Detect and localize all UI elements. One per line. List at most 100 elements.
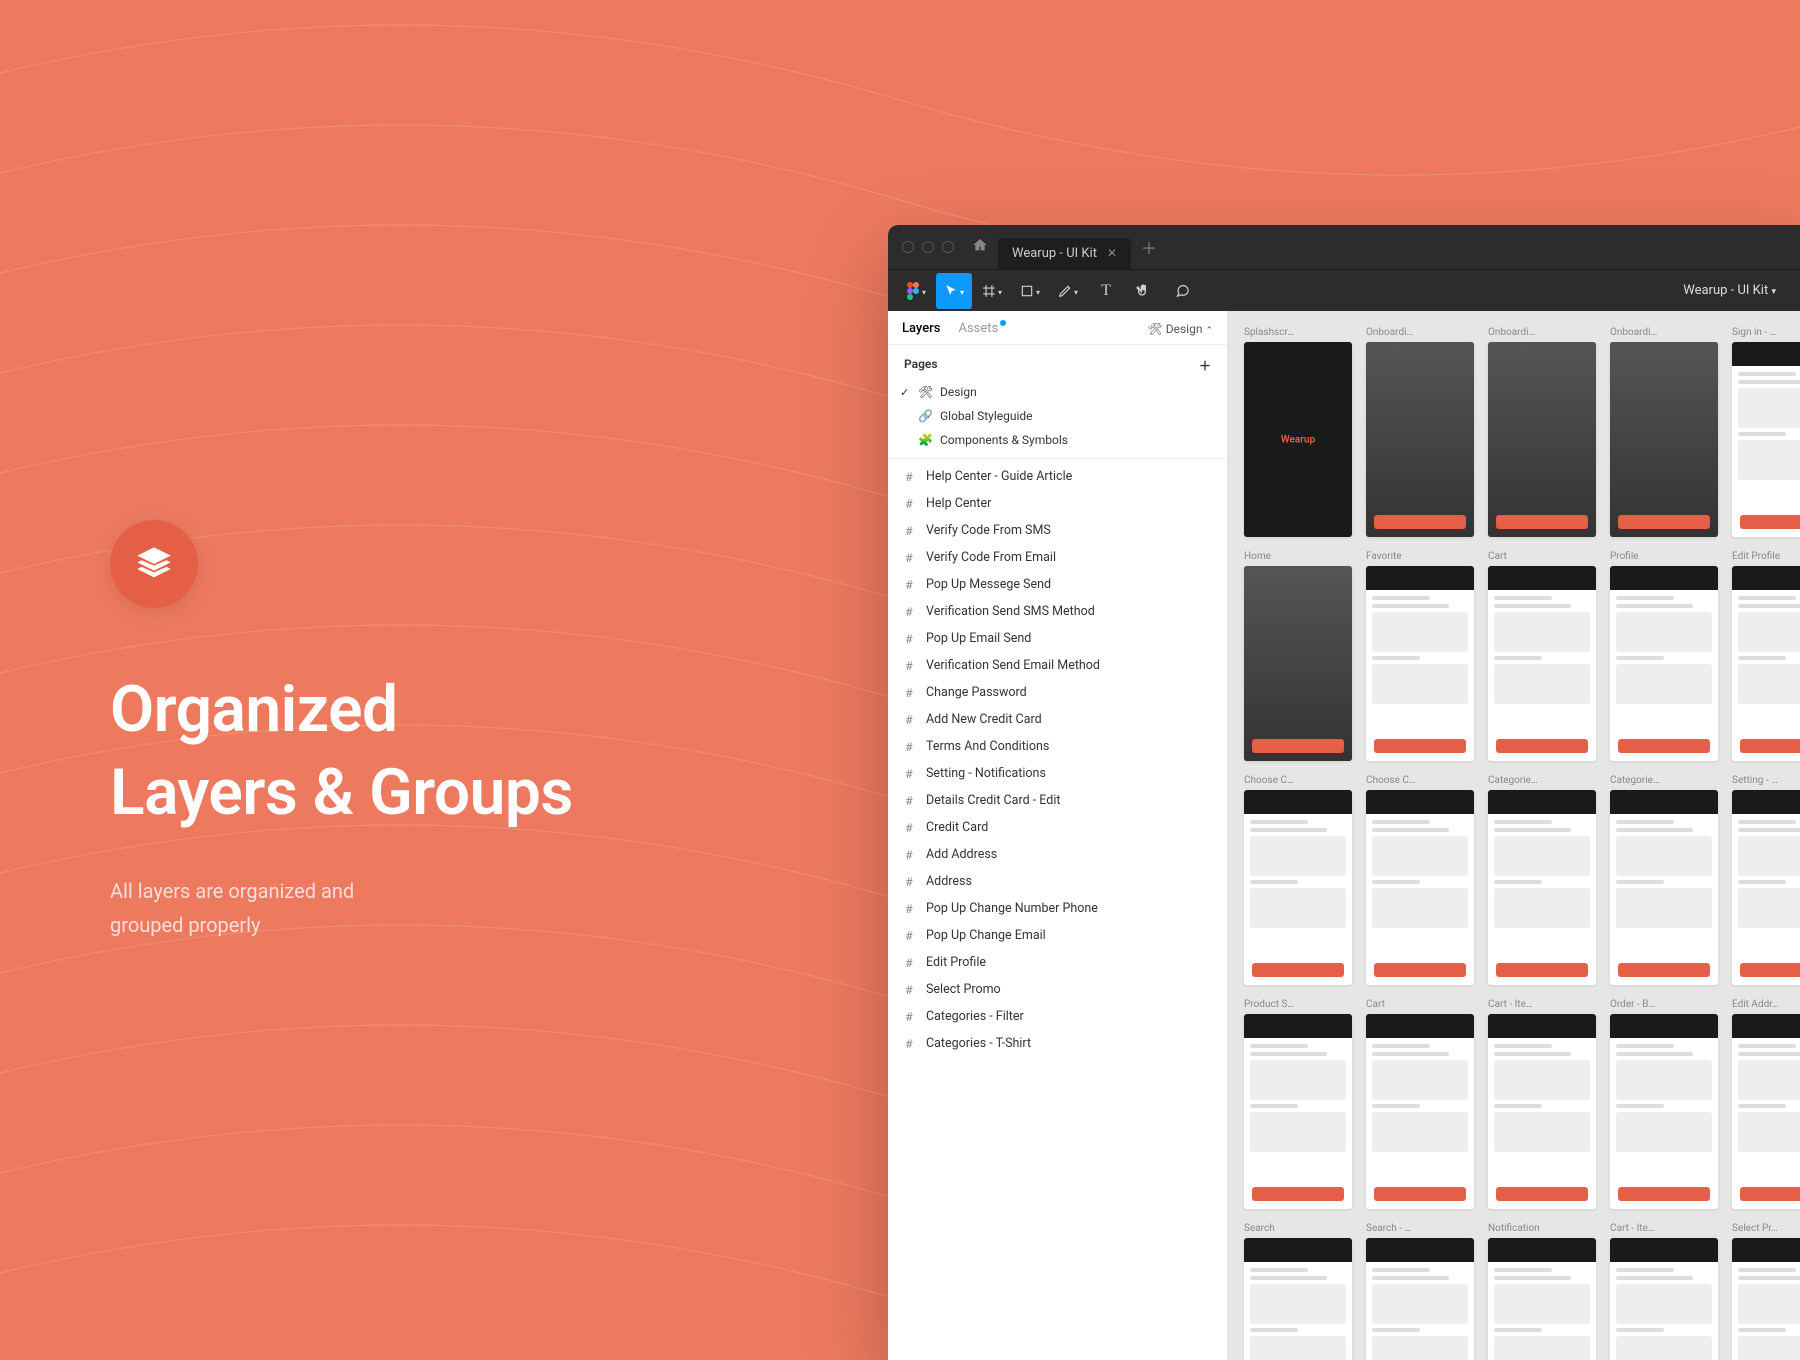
layer-item[interactable]: #Select Promo [888, 976, 1227, 1003]
artboard[interactable]: Product S… [1244, 999, 1352, 1223]
artboard-frame[interactable] [1610, 1238, 1718, 1360]
tab-layers[interactable]: Layers [902, 321, 940, 336]
new-tab-button[interactable]: ＋ [1141, 235, 1157, 259]
artboard-frame[interactable] [1488, 566, 1596, 761]
artboard-frame[interactable] [1366, 1014, 1474, 1209]
close-icon[interactable]: ✕ [1107, 246, 1117, 260]
artboard[interactable]: Splashscr…Wearup [1244, 327, 1352, 551]
figma-menu-icon[interactable]: ▾ [898, 273, 934, 309]
layer-item[interactable]: # Pop Up Change Email [888, 922, 1227, 949]
artboard-frame[interactable] [1610, 342, 1718, 537]
layer-item[interactable]: #Verify Code From Email [888, 544, 1227, 571]
layer-item[interactable]: #Details Credit Card - Edit [888, 787, 1227, 814]
layer-item[interactable]: #Verification Send SMS Method [888, 598, 1227, 625]
artboard[interactable]: Profile [1610, 551, 1718, 775]
artboard[interactable]: Edit Profile [1732, 551, 1800, 775]
layer-item[interactable]: #Address [888, 868, 1227, 895]
move-tool[interactable]: ▾ [936, 273, 972, 309]
artboard[interactable]: Favorite [1366, 551, 1474, 775]
layer-item[interactable]: #Verify Code From SMS [888, 517, 1227, 544]
layer-item[interactable]: #Pop Up Email Send [888, 625, 1227, 652]
artboard[interactable]: Sign in - … [1732, 327, 1800, 551]
artboard-frame[interactable] [1610, 790, 1718, 985]
artboard-frame[interactable] [1732, 566, 1800, 761]
artboard-frame[interactable] [1244, 790, 1352, 985]
artboard[interactable]: Order - B… [1610, 999, 1718, 1223]
artboard[interactable]: Setting - … [1732, 775, 1800, 999]
artboard-frame[interactable] [1366, 1238, 1474, 1360]
add-page-button[interactable]: ＋ [1199, 357, 1211, 374]
layer-item[interactable]: #Setting - Notifications [888, 760, 1227, 787]
home-icon[interactable] [972, 237, 988, 257]
artboard[interactable]: Choose C… [1244, 775, 1352, 999]
hand-tool[interactable] [1126, 273, 1162, 309]
layer-item[interactable]: #Add New Credit Card [888, 706, 1227, 733]
layer-item[interactable]: #Verification Send Email Method [888, 652, 1227, 679]
artboard[interactable]: Onboardi… [1488, 327, 1596, 551]
artboard[interactable]: Categorie… [1610, 775, 1718, 999]
pen-tool[interactable]: ▾ [1050, 273, 1086, 309]
layer-item[interactable]: #Help Center [888, 490, 1227, 517]
artboard-frame[interactable] [1610, 1014, 1718, 1209]
artboard[interactable]: Cart - Ite… [1488, 999, 1596, 1223]
hero-subtitle: All layers are organized and grouped pro… [110, 874, 573, 942]
comment-tool[interactable] [1164, 273, 1200, 309]
artboard-frame[interactable] [1610, 566, 1718, 761]
toolbar: ▾ ▾ ▾ ▾ ▾ T Wearup - UI Kit ▾ [888, 269, 1800, 311]
text-tool[interactable]: T [1088, 273, 1124, 309]
artboard[interactable]: Onboardi… [1610, 327, 1718, 551]
artboard-frame[interactable] [1488, 342, 1596, 537]
frame-tool[interactable]: ▾ [974, 273, 1010, 309]
artboard[interactable]: Search [1244, 1223, 1352, 1360]
artboard-frame[interactable] [1732, 1238, 1800, 1360]
page-item[interactable]: 🔗Global Styleguide [888, 404, 1227, 428]
artboard[interactable]: Search - … [1366, 1223, 1474, 1360]
tab-assets[interactable]: Assets [958, 321, 1006, 336]
layer-item[interactable]: #Credit Card [888, 814, 1227, 841]
layer-item[interactable]: #Categories - Filter [888, 1003, 1227, 1030]
artboard-frame[interactable] [1366, 790, 1474, 985]
project-title[interactable]: Wearup - UI Kit ▾ [1683, 283, 1790, 298]
artboard-frame[interactable] [1732, 342, 1800, 537]
artboard-name: Search [1244, 1223, 1352, 1234]
artboard-frame[interactable] [1488, 790, 1596, 985]
canvas[interactable]: Splashscr…WearupOnboardi…Onboardi…Onboar… [1228, 311, 1800, 1360]
artboard[interactable]: Home [1244, 551, 1352, 775]
artboard-frame[interactable]: Wearup [1244, 342, 1352, 537]
artboard[interactable]: Categorie… [1488, 775, 1596, 999]
artboard[interactable]: Edit Addr… [1732, 999, 1800, 1223]
layer-item[interactable]: #Add Address [888, 841, 1227, 868]
layer-item[interactable]: #Categories - T-Shirt [888, 1030, 1227, 1057]
page-indicator[interactable]: 🛠 Design ⌃ [1148, 322, 1213, 336]
traffic-lights[interactable] [902, 241, 954, 253]
artboard[interactable]: Choose C… [1366, 775, 1474, 999]
layer-item[interactable]: #Terms And Conditions [888, 733, 1227, 760]
file-tab[interactable]: Wearup - UI Kit ✕ [998, 238, 1131, 269]
page-item[interactable]: 🧩Components & Symbols [888, 428, 1227, 452]
artboard-frame[interactable] [1732, 790, 1800, 985]
artboard[interactable]: Notification [1488, 1223, 1596, 1360]
artboard-frame[interactable] [1488, 1014, 1596, 1209]
artboard-frame[interactable] [1488, 1238, 1596, 1360]
artboard-frame[interactable] [1732, 1014, 1800, 1209]
artboard-frame[interactable] [1244, 1014, 1352, 1209]
artboard[interactable]: Cart [1366, 999, 1474, 1223]
artboard[interactable]: Cart [1488, 551, 1596, 775]
layer-item[interactable]: #Pop Up Change Number Phone [888, 895, 1227, 922]
layer-item[interactable]: #Pop Up Messege Send [888, 571, 1227, 598]
artboard-frame[interactable] [1244, 1238, 1352, 1360]
layer-item[interactable]: #Help Center - Guide Article [888, 463, 1227, 490]
artboard[interactable]: Onboardi… [1366, 327, 1474, 551]
artboard-frame[interactable] [1366, 342, 1474, 537]
artboard[interactable]: Select Pr… [1732, 1223, 1800, 1360]
page-item[interactable]: 🛠Design [888, 380, 1227, 404]
layer-item[interactable]: #Change Password [888, 679, 1227, 706]
artboard-frame[interactable] [1366, 566, 1474, 761]
artboard[interactable]: Cart - Ite… [1610, 1223, 1718, 1360]
shape-tool[interactable]: ▾ [1012, 273, 1048, 309]
artboard-name: Onboardi… [1366, 327, 1474, 338]
artboard-name: Home [1244, 551, 1352, 562]
artboard-frame[interactable] [1244, 566, 1352, 761]
layer-item[interactable]: #Edit Profile [888, 949, 1227, 976]
hero-title-l1: Organized [110, 672, 398, 747]
